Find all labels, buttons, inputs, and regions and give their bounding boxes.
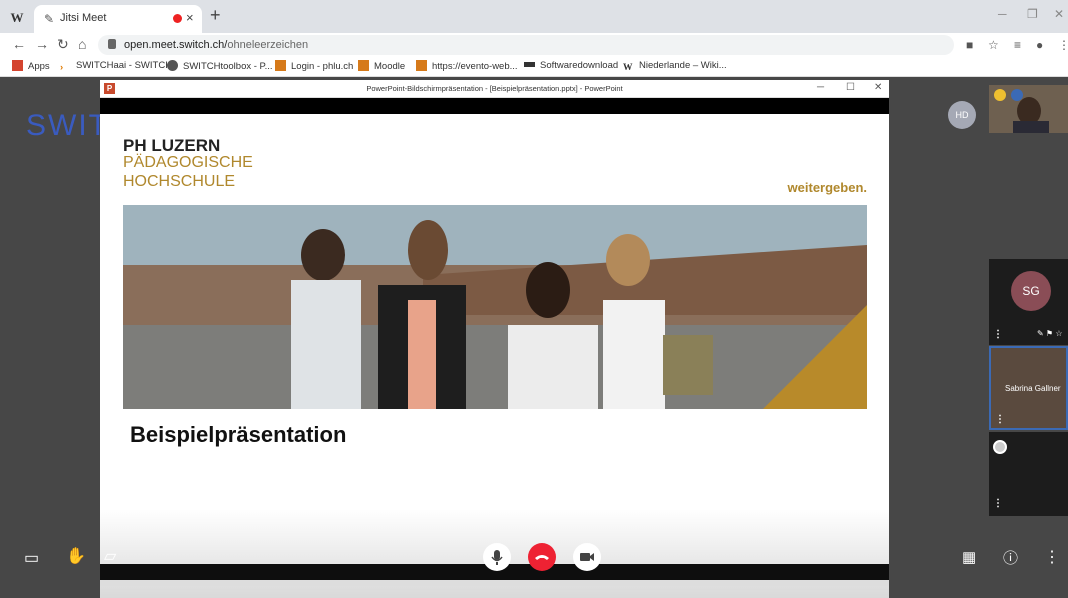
participant-tile-sabrina[interactable]: Sabrina Gallner ⋮ bbox=[989, 346, 1068, 430]
local-video-thumbnail[interactable] bbox=[989, 85, 1068, 133]
bookmark-switchtoolbox[interactable]: SWITCHtoolbox - P... bbox=[167, 60, 273, 72]
bookmark-moodle[interactable]: Moodle bbox=[358, 60, 405, 72]
globe-icon bbox=[167, 60, 178, 71]
students-photo-illustration bbox=[123, 205, 867, 409]
tab-close-icon[interactable]: × bbox=[186, 10, 194, 25]
microphone-icon bbox=[491, 550, 503, 565]
local-video-image bbox=[989, 85, 1068, 133]
forward-icon[interactable]: → bbox=[35, 36, 49, 52]
pp-close-icon: ✕ bbox=[874, 82, 883, 93]
participant-name: Sabrina Gallner bbox=[1005, 384, 1061, 393]
more-options-icon[interactable]: ⋮ bbox=[1044, 547, 1060, 567]
brand-line-3: HOCHSCHULE bbox=[123, 173, 236, 190]
pp-minimize-icon: ─ bbox=[817, 82, 825, 93]
maximize-button[interactable]: ❐ bbox=[1027, 7, 1038, 21]
bookmarks-bar: Apps › SWITCHaai - SWITCH SWITCHtoolbox -… bbox=[0, 57, 1068, 77]
minimize-button[interactable]: ─ bbox=[998, 7, 1007, 21]
powerpoint-window-titlebar: P PowerPoint-Bildschirmpräsentation - [B… bbox=[100, 80, 889, 98]
hangup-button[interactable] bbox=[528, 543, 556, 571]
bookmark-star-icon[interactable]: ☆ bbox=[988, 38, 999, 52]
home-icon[interactable]: ⌂ bbox=[78, 36, 86, 52]
recording-indicator-icon bbox=[173, 14, 182, 23]
participant-avatar-sg: SG bbox=[1011, 271, 1051, 311]
browser-tab-bar: W ✎ Jitsi Meet × + ─ ❐ ✕ bbox=[0, 0, 1068, 33]
students-photo bbox=[123, 205, 867, 409]
letterbox-top bbox=[100, 98, 889, 114]
shared-screen-taskbar bbox=[100, 580, 889, 586]
software-bar-icon bbox=[524, 62, 535, 67]
address-bar-row: ← → ↻ ⌂ open.meet.switch.ch/ohneleerzeic… bbox=[0, 33, 1068, 57]
bookmark-apps[interactable]: Apps bbox=[12, 60, 50, 72]
switch-chevron-icon: › bbox=[60, 62, 64, 73]
tab-title: Jitsi Meet bbox=[60, 12, 107, 24]
camera-button[interactable] bbox=[573, 543, 601, 571]
jitsi-favicon-icon: ✎ bbox=[44, 12, 55, 26]
browser-menu-icon[interactable]: ⋮ bbox=[1058, 38, 1068, 52]
chat-icon[interactable]: ▱ bbox=[104, 546, 116, 566]
brand-line-1: PH LUZERN bbox=[123, 136, 221, 155]
reload-icon[interactable]: ↻ bbox=[57, 36, 69, 53]
info-icon[interactable]: ⓘ bbox=[1003, 547, 1018, 568]
bookmark-niederlande-wiki[interactable]: W Niederlande – Wiki... bbox=[623, 60, 727, 74]
presentation-slide: PH LUZERN PÄDAGOGISCHE HOCHSCHULE weiter… bbox=[100, 114, 889, 598]
screen-share-icon[interactable]: ▭ bbox=[24, 548, 39, 568]
shared-screen: P PowerPoint-Bildschirmpräsentation - [B… bbox=[100, 80, 889, 598]
back-icon[interactable]: ← bbox=[12, 36, 26, 52]
lock-icon bbox=[108, 39, 116, 49]
camera-icon bbox=[580, 553, 594, 561]
apps-grid-icon bbox=[12, 60, 23, 71]
participant-tile-sg[interactable]: SG ⋮ ✎ ⚑ ☆ bbox=[989, 259, 1068, 345]
raise-hand-icon[interactable]: ✋ bbox=[66, 546, 86, 566]
pp-maximize-icon: ☐ bbox=[846, 82, 855, 93]
bookmark-softwaredownload[interactable]: Softwaredownload bbox=[524, 60, 618, 71]
reading-list-icon[interactable]: ≡ bbox=[1014, 38, 1021, 52]
close-window-button[interactable]: ✕ bbox=[1054, 7, 1064, 21]
evento-flag-icon bbox=[416, 60, 427, 71]
tagline: weitergeben. bbox=[787, 180, 867, 195]
tile-menu-icon[interactable]: ⋮ bbox=[993, 498, 1003, 509]
tab-jitsi-meet[interactable]: ✎ Jitsi Meet × bbox=[34, 5, 202, 33]
bookmark-login-phlu[interactable]: Login - phlu.ch bbox=[275, 60, 353, 72]
powerpoint-window-title: PowerPoint-Bildschirmpräsentation - [Bei… bbox=[366, 84, 623, 93]
wikipedia-w-icon: W bbox=[623, 63, 633, 73]
moodle-flag-icon bbox=[358, 60, 369, 71]
tile-menu-icon[interactable]: ⋮ bbox=[995, 414, 1005, 425]
wikipedia-tab-icon[interactable]: W bbox=[6, 8, 28, 28]
tile-view-icon[interactable]: ▦ bbox=[962, 548, 976, 566]
participant-avatar-hd[interactable]: HD bbox=[948, 101, 976, 129]
slide-heading: Beispielpräsentation bbox=[130, 422, 347, 447]
profile-icon[interactable]: ● bbox=[1036, 38, 1043, 52]
url-field[interactable]: open.meet.switch.ch/ohneleerzeichen bbox=[98, 35, 954, 55]
phlu-flag-icon bbox=[275, 60, 286, 71]
new-tab-button[interactable]: + bbox=[210, 5, 221, 26]
url-host: open.meet.switch.ch/ bbox=[124, 39, 228, 51]
microphone-button[interactable] bbox=[483, 543, 511, 571]
bookmark-evento[interactable]: https://evento-web... bbox=[416, 60, 518, 72]
participant-status-icon bbox=[993, 440, 1007, 454]
hangup-icon bbox=[535, 555, 549, 560]
brand-line-2: PÄDAGOGISCHE bbox=[123, 154, 253, 171]
camera-permission-icon[interactable]: ■ bbox=[966, 38, 973, 52]
muted-status-icon: ✎ ⚑ ☆ bbox=[1037, 329, 1063, 338]
participant-tile-empty[interactable]: ⋮ bbox=[989, 432, 1068, 516]
url-path: ohneleerzeichen bbox=[227, 39, 309, 51]
tile-menu-icon[interactable]: ⋮ bbox=[993, 329, 1003, 340]
bookmark-switchaai[interactable]: › SWITCHaai - SWITCH bbox=[60, 60, 172, 73]
